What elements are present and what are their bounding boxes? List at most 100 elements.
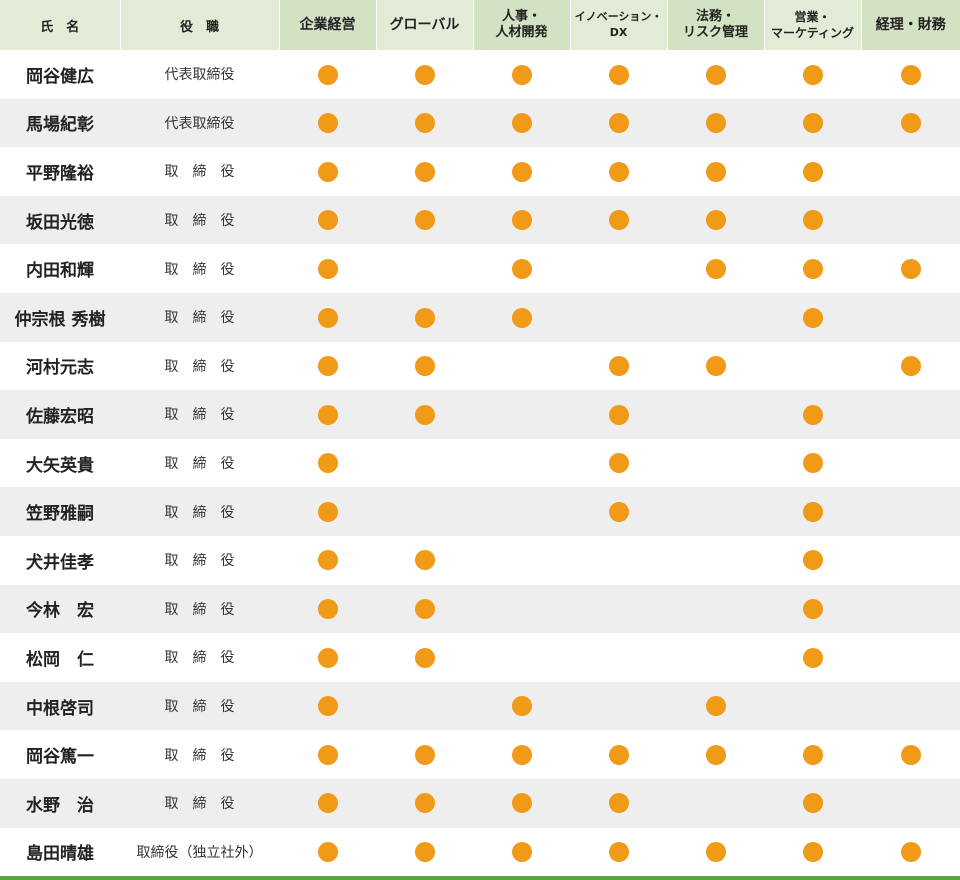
skill-dot-icon <box>317 453 338 474</box>
director-role: 取締役（独立社外） <box>136 844 263 861</box>
skill-cell <box>376 342 473 391</box>
skill-dot-icon <box>900 258 921 279</box>
director-role: 取 締 役 <box>164 747 235 764</box>
skill-cell <box>279 196 376 245</box>
director-role: 取 締 役 <box>164 796 235 813</box>
skill-dot-icon <box>317 696 338 717</box>
skill-dot-icon <box>414 842 435 863</box>
skill-dot-icon <box>802 550 823 571</box>
skill-dot-icon <box>900 64 921 85</box>
skill-dot-icon <box>511 113 532 134</box>
skill-dot-icon <box>414 647 435 668</box>
skill-dot-icon <box>608 64 629 85</box>
header-skill-hr: 人事・ 人材開発 <box>472 0 570 50</box>
skill-cell <box>570 147 667 196</box>
skill-cell <box>764 439 861 488</box>
skill-cell <box>570 730 667 779</box>
skill-cell <box>667 293 764 342</box>
table-row: 仲宗根 秀樹 取 締 役 <box>0 292 960 342</box>
skill-cell <box>764 730 861 779</box>
skill-cell <box>861 439 960 488</box>
skill-cell <box>667 244 764 293</box>
skill-cell <box>376 487 473 536</box>
skill-dot-icon <box>414 404 435 425</box>
skill-cell <box>861 682 960 731</box>
director-role: 取 締 役 <box>164 456 235 473</box>
skill-cell <box>667 342 764 391</box>
skill-cell <box>376 828 473 877</box>
skill-dot-icon <box>511 842 532 863</box>
skill-cell <box>570 99 667 148</box>
skill-cell <box>279 828 376 877</box>
skill-cell <box>279 633 376 682</box>
skill-cell <box>764 50 861 99</box>
skill-dot-icon <box>608 210 629 231</box>
skill-dot-icon <box>414 161 435 182</box>
skill-cell <box>473 536 570 585</box>
skill-dot-icon <box>414 113 435 134</box>
skill-cell <box>667 536 764 585</box>
skill-cell <box>570 828 667 877</box>
skill-cell <box>764 633 861 682</box>
skill-dot-icon <box>705 64 726 85</box>
table-row: 馬場紀彰 代表取締役 <box>0 98 960 148</box>
header-skill-global: グローバル <box>375 0 473 50</box>
director-role: 取 締 役 <box>164 407 235 424</box>
skill-cell <box>279 682 376 731</box>
skill-cell <box>376 147 473 196</box>
skill-cell <box>376 585 473 634</box>
skill-dot-icon <box>802 113 823 134</box>
skill-cell <box>667 99 764 148</box>
skill-dot-icon <box>414 550 435 571</box>
skill-cell <box>473 147 570 196</box>
skill-dot-icon <box>511 307 532 328</box>
skill-dot-icon <box>608 356 629 377</box>
skill-cell <box>570 196 667 245</box>
skill-dot-icon <box>317 599 338 620</box>
skill-dot-icon <box>511 744 532 765</box>
table-row: 今林 宏 取 締 役 <box>0 584 960 634</box>
skill-dot-icon <box>511 161 532 182</box>
skill-cell <box>473 487 570 536</box>
skill-dot-icon <box>802 258 823 279</box>
skill-cell <box>473 730 570 779</box>
skill-cell <box>570 779 667 828</box>
skill-dot-icon <box>317 647 338 668</box>
skill-dot-icon <box>900 356 921 377</box>
skill-cell <box>473 244 570 293</box>
skill-cell <box>667 779 764 828</box>
skill-cell <box>376 633 473 682</box>
director-name: 大矢英貴 <box>26 455 94 476</box>
table-row: 岡谷健広 代表取締役 <box>0 50 960 99</box>
table-row: 水野 治 取 締 役 <box>0 778 960 828</box>
skill-dot-icon <box>414 210 435 231</box>
skill-cell <box>376 390 473 439</box>
skill-cell <box>279 585 376 634</box>
skill-cell <box>570 50 667 99</box>
header-skill-innovation-dx: イノベーション・ DX <box>569 0 667 50</box>
director-name: 内田和輝 <box>26 261 94 282</box>
skill-cell <box>861 147 960 196</box>
skill-cell <box>667 682 764 731</box>
skill-dot-icon <box>511 696 532 717</box>
skill-cell <box>473 99 570 148</box>
skill-cell <box>861 633 960 682</box>
director-name: 水野 治 <box>26 795 94 816</box>
skill-dot-icon <box>317 113 338 134</box>
bottom-rule <box>0 876 960 880</box>
skill-cell <box>861 196 960 245</box>
skill-cell <box>667 730 764 779</box>
skill-dot-icon <box>608 404 629 425</box>
table-row: 坂田光徳 取 締 役 <box>0 195 960 245</box>
table-row: 内田和輝 取 締 役 <box>0 244 960 293</box>
skill-cell <box>764 99 861 148</box>
skill-cell <box>376 50 473 99</box>
skill-dot-icon <box>317 161 338 182</box>
skill-cell <box>667 487 764 536</box>
skill-cell <box>764 342 861 391</box>
skill-cell <box>570 342 667 391</box>
skill-dot-icon <box>317 550 338 571</box>
skill-cell <box>376 536 473 585</box>
skill-cell <box>861 293 960 342</box>
skill-dot-icon <box>802 161 823 182</box>
